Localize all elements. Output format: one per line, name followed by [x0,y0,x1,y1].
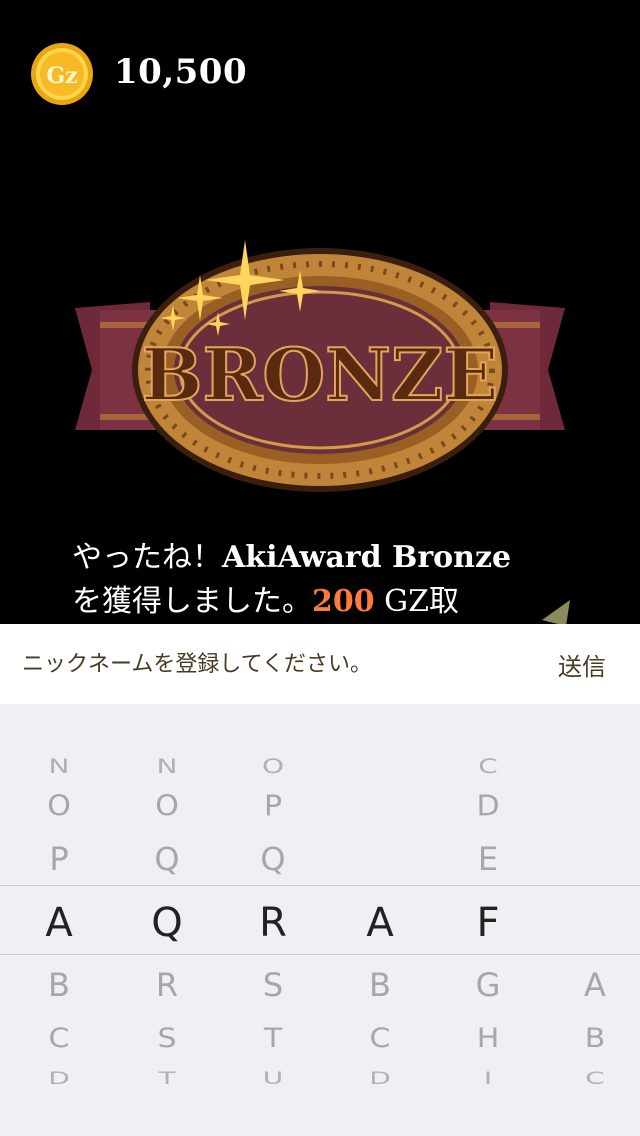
picker-option[interactable]: T [220,1023,326,1055]
picker-column-2[interactable]: NOQQRST [114,704,220,1136]
picker-option[interactable]: O [220,755,326,778]
picker-selected-option[interactable]: A [327,900,433,946]
picker-selected-option[interactable]: A [6,900,112,946]
picker-option[interactable]: U [220,1069,326,1089]
picker-option[interactable]: R [114,966,220,1004]
message-text: やったね！ [72,540,222,575]
award-name: AkiAward Bronze [222,540,512,575]
reward-unit: GZ取 [384,584,459,619]
top-bar: Gz 10,500 [0,0,640,150]
picker-option[interactable]: Q [220,840,326,878]
picker-option[interactable]: N [114,755,220,778]
letter-picker[interactable]: NOPABCDNOQQRSTOPQRSTUABCDCDEFGHIABC [0,704,640,1136]
picker-option[interactable]: B [6,966,112,1004]
picker-option[interactable]: A [542,966,640,1004]
reward-amount: 200 [312,584,375,619]
picker-option[interactable]: S [114,1023,220,1055]
picker-option[interactable]: C [542,1069,640,1089]
picker-option[interactable]: T [114,1069,220,1089]
svg-text:BRONZE: BRONZE [142,332,499,417]
award-message: やったね！AkiAward Bronze を獲得しました。200 GZ取 [72,536,572,624]
picker-option[interactable]: Q [114,840,220,878]
picker-column-5[interactable]: CDEFGHI [435,704,541,1136]
coin-count: 10,500 [114,52,248,92]
nickname-input[interactable] [22,644,522,684]
picker-option[interactable]: C [435,755,541,778]
coin-icon: Gz [31,43,93,105]
picker-selected-option[interactable]: F [435,900,541,946]
send-button[interactable]: 送信 [558,646,606,682]
bronze-badge: BRONZE [75,240,565,492]
picker-option[interactable]: B [542,1023,640,1055]
picker-option[interactable]: I [435,1069,541,1089]
picker-option[interactable]: O [114,790,220,823]
picker-option[interactable]: C [6,1023,112,1055]
picker-option[interactable]: G [435,966,541,1004]
picker-option[interactable]: P [220,790,326,823]
picker-option[interactable]: H [435,1023,541,1055]
nickname-bar: 送信 [0,624,640,704]
picker-option[interactable]: O [6,790,112,823]
picker-option[interactable]: N [6,755,112,778]
picker-option[interactable]: E [435,840,541,878]
picker-option[interactable]: C [327,1023,433,1055]
picker-option[interactable]: B [327,966,433,1004]
picker-column-6[interactable]: ABC [542,704,640,1136]
picker-selected-option[interactable]: R [220,900,326,946]
picker-option[interactable]: S [220,966,326,1004]
message-text-2: を獲得しました。 [72,584,312,619]
picker-column-1[interactable]: NOPABCD [6,704,112,1136]
picker-option[interactable]: D [327,1069,433,1089]
picker-option[interactable]: D [6,1069,112,1089]
picker-column-4[interactable]: ABCD [327,704,433,1136]
picker-option[interactable]: P [6,840,112,878]
svg-text:Gz: Gz [46,63,77,89]
picker-option[interactable]: D [435,790,541,823]
picker-selected-option[interactable]: Q [114,900,220,946]
picker-column-3[interactable]: OPQRSTU [220,704,326,1136]
